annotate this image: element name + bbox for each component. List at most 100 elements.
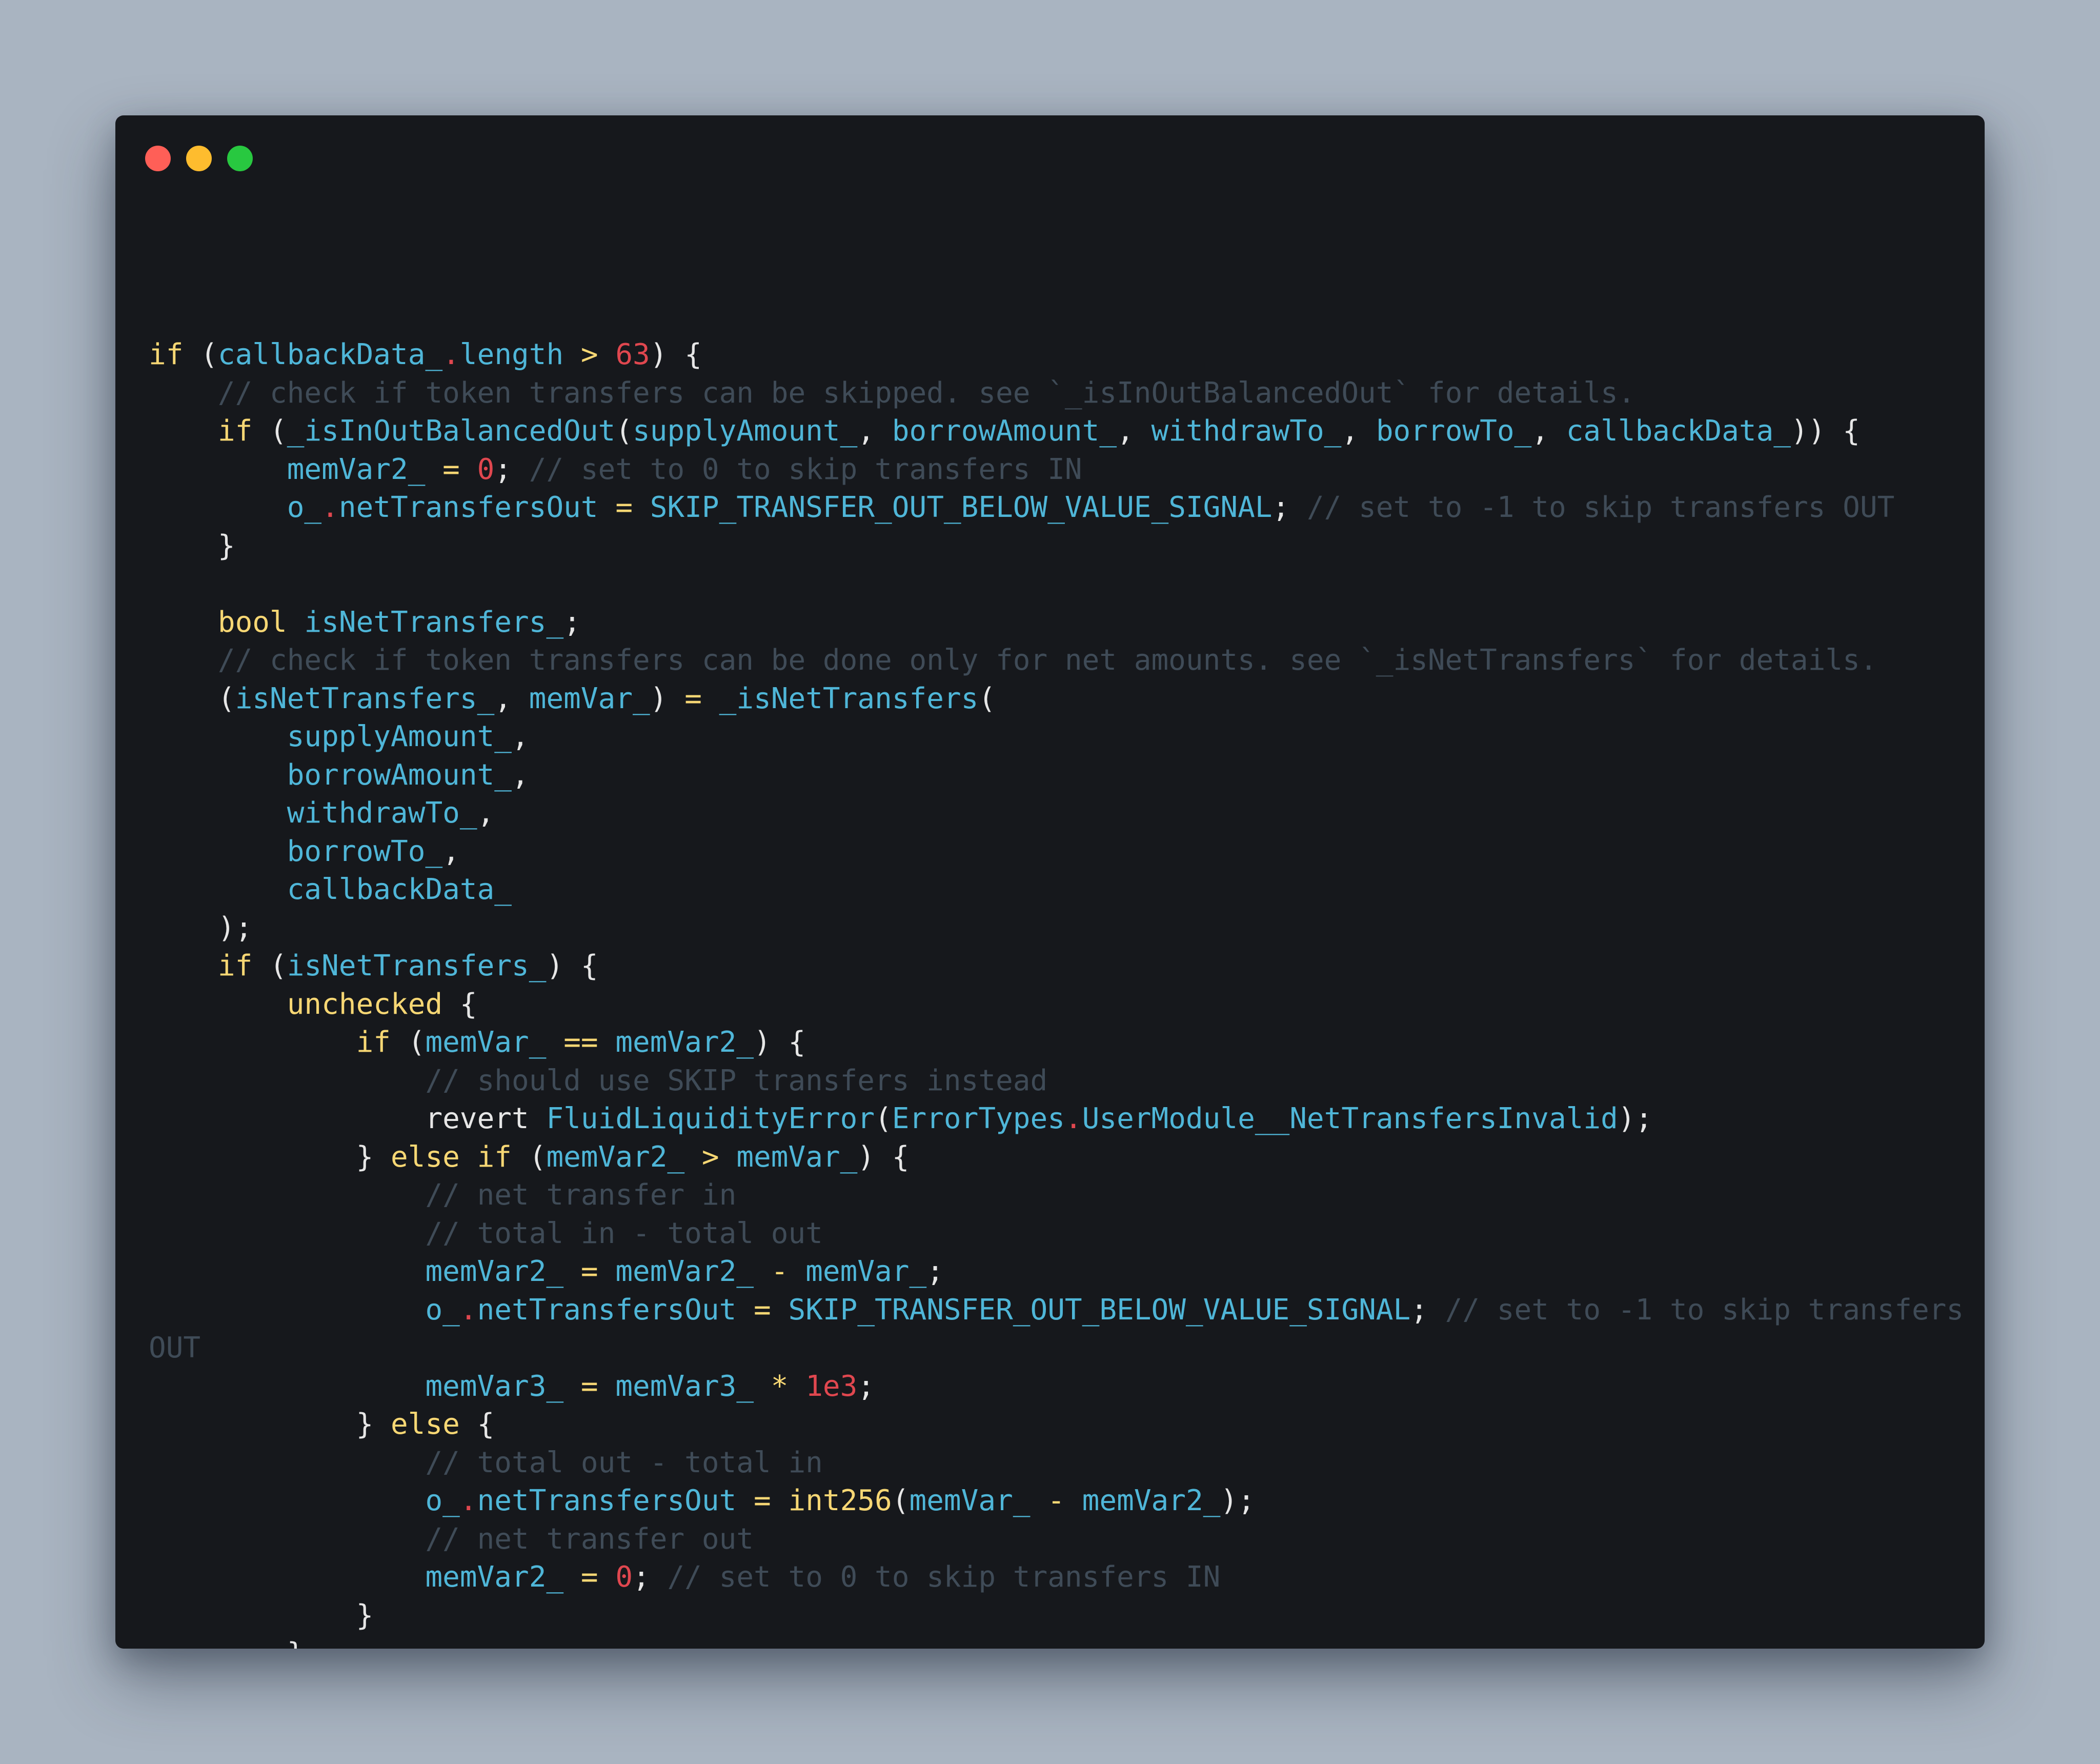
code-token-ident: netTransfersOut <box>338 491 598 524</box>
code-line: borrowAmount_, <box>149 756 1964 795</box>
code-token-punct: ( <box>875 1102 892 1135</box>
code-line: if (memVar_ == memVar2_) { <box>149 1024 1964 1062</box>
code-token-ident: memVar2_ <box>615 1255 754 1288</box>
code-token-punct <box>563 1560 581 1594</box>
code-line: // net transfer out <box>149 1520 1964 1559</box>
code-token-comment: // set to 0 to skip transfers IN <box>529 452 1082 486</box>
code-token-punct <box>149 1178 425 1212</box>
code-token-punct <box>1065 1484 1082 1517</box>
code-token-ident: borrowAmount_ <box>287 758 512 792</box>
code-token-ident: memVar_ <box>529 681 650 715</box>
code-token-ident: withdrawTo_ <box>287 796 477 830</box>
code-token-dot: . <box>459 1293 477 1327</box>
code-token-punct <box>149 720 287 753</box>
code-token-ident: callbackData_ <box>287 873 512 906</box>
code-token-punct <box>149 1293 425 1327</box>
code-line: unchecked { <box>149 986 1964 1024</box>
code-token-ident: borrowAmount_ <box>892 414 1117 448</box>
code-token-ident: memVar3_ <box>615 1369 754 1403</box>
code-token-punct: ; <box>494 452 529 486</box>
code-token-keyword: if <box>217 414 253 448</box>
code-line: } <box>149 1597 1964 1635</box>
code-token-punct: ( <box>252 949 287 983</box>
code-token-ident: supplyAmount_ <box>633 414 858 448</box>
code-token-op: = <box>615 491 633 524</box>
code-token-punct: ); <box>1220 1484 1255 1517</box>
code-line: o_.netTransfersOut = SKIP_TRANSFER_OUT_B… <box>149 1291 1964 1330</box>
code-token-dot: . <box>459 1484 477 1517</box>
code-token-punct <box>754 1370 771 1403</box>
code-token-punct <box>149 1446 425 1479</box>
minimize-window-button[interactable] <box>186 146 212 171</box>
code-token-punct: ) <box>650 681 685 715</box>
code-line: OUT <box>149 1329 1964 1368</box>
code-token-punct <box>563 1370 581 1403</box>
code-token-punct: ( <box>892 1484 910 1517</box>
code-token-punct: )) { <box>1791 414 1860 448</box>
code-token-keyword: if <box>477 1140 512 1174</box>
code-token-ident: o_ <box>425 1484 460 1517</box>
code-token-ident: memVar2_ <box>615 1026 754 1059</box>
code-token-op: = <box>754 1484 771 1517</box>
code-token-punct <box>149 453 287 486</box>
code-token-punct: ( <box>978 681 996 715</box>
code-token-punct <box>529 1102 547 1135</box>
close-window-button[interactable] <box>145 146 171 171</box>
code-token-punct: { <box>459 1408 495 1441</box>
code-token-ident: SKIP_TRANSFER_OUT_BELOW_VALUE_SIGNAL <box>788 1293 1411 1327</box>
code-token-keyword: else <box>391 1408 460 1441</box>
code-line: } else { <box>149 1406 1964 1444</box>
code-token-comment: // set to -1 to skip transfers OUT <box>1306 491 1895 524</box>
code-token-ident: ErrorTypes <box>892 1102 1065 1135</box>
code-token-punct: , <box>477 796 495 830</box>
code-token-punct: } <box>149 529 235 563</box>
code-token-punct <box>460 1140 477 1174</box>
code-token-comment: OUT <box>149 1331 201 1365</box>
code-token-keyword: int256 <box>788 1484 892 1517</box>
code-token-ident: memVar2_ <box>546 1140 685 1174</box>
code-token-punct <box>149 1560 425 1594</box>
code-line: borrowTo_, <box>149 833 1964 871</box>
code-token-punct <box>287 606 305 639</box>
code-token-punct <box>1031 1484 1048 1517</box>
code-token-punct <box>149 1102 425 1135</box>
code-token-punct: ( <box>391 1026 426 1059</box>
code-token-ident: memVar_ <box>909 1484 1031 1517</box>
code-token-ident: callbackData_ <box>1566 414 1791 448</box>
code-token-number: 0 <box>615 1560 633 1594</box>
code-token-op: = <box>754 1293 771 1327</box>
code-line: if (callbackData_.length > 63) { <box>149 336 1964 374</box>
code-line: if (isNetTransfers_) { <box>149 947 1964 986</box>
code-token-op: - <box>1047 1484 1065 1517</box>
code-token-keyword: if <box>356 1026 391 1059</box>
code-token-punct <box>149 758 287 792</box>
code-token-punct <box>149 873 287 906</box>
code-token-keyword: unchecked <box>287 987 443 1021</box>
code-token-punct: , <box>512 720 529 753</box>
code-line: // check if token transfers can be done … <box>149 642 1964 680</box>
code-token-op: > <box>580 338 598 371</box>
code-token-punct <box>149 1026 356 1059</box>
code-token-punct: ( <box>252 414 287 448</box>
code-token-keyword: if <box>217 949 253 983</box>
code-token-dot: . <box>321 491 339 524</box>
code-token-ident: memVar2_ <box>287 452 426 486</box>
code-token-comment: // net transfer out <box>425 1522 754 1556</box>
code-line: } <box>149 1635 1964 1649</box>
zoom-window-button[interactable] <box>227 146 253 171</box>
code-token-number: 1e3 <box>805 1369 858 1403</box>
code-token-punct <box>149 1370 425 1403</box>
code-token-comment: // check if token transfers can be skipp… <box>217 376 1635 410</box>
code-token-punct: , <box>1341 414 1376 448</box>
code-token-ident: _isNetTransfers <box>719 681 979 715</box>
code-token-op: == <box>563 1026 598 1059</box>
code-token-punct <box>563 338 581 371</box>
code-token-ident: UserModule__NetTransfersInvalid <box>1082 1102 1618 1135</box>
code-token-keyword: bool <box>217 605 287 639</box>
code-token-punct <box>149 606 218 639</box>
code-token-ident: isNetTransfers_ <box>235 681 495 715</box>
code-token-ident: supplyAmount_ <box>287 720 512 753</box>
code-token-punct: ) { <box>857 1140 910 1174</box>
code-token-number: 0 <box>477 452 495 486</box>
code-token-punct <box>149 796 287 830</box>
